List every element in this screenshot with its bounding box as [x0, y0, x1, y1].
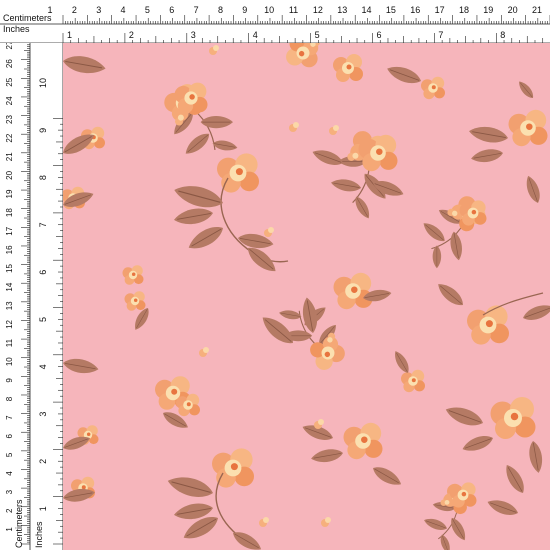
left-in-tick-label: 1 [38, 506, 48, 511]
top-cm-tick-label: 7 [194, 5, 199, 15]
left-in-tick-label: 3 [38, 412, 48, 417]
top-cm-tick-label: 14 [362, 5, 372, 15]
top-cm-tick-label: 17 [435, 5, 445, 15]
left-cm-tick-label: 22 [5, 133, 14, 142]
top-cm-tick-label: 16 [410, 5, 420, 15]
left-cm-tick-label: 24 [5, 96, 14, 105]
top-cm-tick-label: 12 [313, 5, 323, 15]
top-in-tick-label: 5 [315, 30, 320, 40]
left-in-tick-label: 6 [38, 270, 48, 275]
left-cm-tick-label: 1 [5, 527, 14, 532]
left-cm-tick-label: 14 [5, 282, 14, 291]
top-cm-tick-label: 6 [169, 5, 174, 15]
left-cm-label: Centimeters [14, 499, 24, 548]
top-cm-tick-label: 11 [289, 5, 298, 15]
left-in-ticks: 1 2 3 4 5 6 7 8 9 10 [38, 78, 63, 545]
top-cm-tick-label: 4 [121, 5, 126, 15]
left-cm-ticks: 1234567891011121314151617181920212223242… [5, 43, 30, 545]
left-in-tick-label: 10 [38, 78, 48, 88]
top-cm-tick-label: 10 [264, 5, 274, 15]
top-in-tick-label: 3 [191, 30, 196, 40]
left-cm-tick-label: 7 [5, 415, 14, 420]
top-in-tick-label: 1 [67, 30, 72, 40]
left-cm-tick-label: 23 [5, 115, 14, 124]
top-cm-tick-label: 20 [508, 5, 518, 15]
left-in-tick-label: 5 [38, 317, 48, 322]
left-in-tick-label: 7 [38, 222, 48, 227]
left-cm-tick-label: 16 [5, 245, 14, 254]
left-in-label: Inches [34, 521, 44, 548]
left-in-tick-label: 4 [38, 364, 48, 369]
top-in-tick-label: 4 [253, 30, 258, 40]
left-cm-tick-label: 17 [5, 226, 14, 235]
left-cm-tick-label: 4 [5, 471, 14, 476]
left-cm-tick-label: 27 [5, 43, 14, 49]
left-in-tick-label: 9 [38, 128, 48, 133]
top-in-tick-label: 8 [500, 30, 505, 40]
left-cm-tick-label: 13 [5, 301, 14, 310]
top-in-ticks: 1 2 3 4 5 6 7 8 [62, 30, 544, 43]
top-in-tick-label: 2 [129, 30, 134, 40]
top-cm-ticks: 1 2 3 4 5 6 7 8 9 10 11 12 13 14 15 16 17 18 19 20 21 [47, 5, 550, 24]
top-cm-tick-label: 13 [337, 5, 347, 15]
top-in-tick-label: 6 [377, 30, 382, 40]
top-cm-tick-label: 5 [145, 5, 150, 15]
top-ruler: 1 2 3 4 5 6 7 8 9 10 11 12 13 14 15 16 17 18 19 20 21 123456… [0, 0, 550, 43]
left-cm-tick-label: 5 [5, 452, 14, 457]
left-cm-tick-label: 10 [5, 357, 14, 366]
left-cm-tick-label: 6 [5, 433, 14, 438]
left-cm-tick-label: 18 [5, 208, 14, 217]
top-cm-tick-label: 3 [96, 5, 101, 15]
top-in-tick-label: 7 [438, 30, 443, 40]
top-cm-tick-label: 9 [242, 5, 247, 15]
top-cm-tick-label: 21 [532, 5, 542, 15]
left-cm-tick-label: 3 [5, 489, 14, 494]
left-cm-tick-label: 8 [5, 396, 14, 401]
top-in-label: Inches [3, 24, 30, 34]
left-cm-tick-label: 2 [5, 508, 14, 513]
left-ruler: 1234567891011121314151617181920212223242… [0, 43, 63, 550]
top-cm-tick-label: 19 [483, 5, 493, 15]
left-cm-tick-label: 12 [5, 319, 14, 328]
left-cm-tick-label: 21 [5, 152, 14, 161]
left-cm-tick-label: 15 [5, 264, 14, 273]
top-cm-label: Centimeters [3, 13, 52, 23]
top-cm-tick-label: 15 [386, 5, 396, 15]
left-cm-tick-label: 25 [5, 77, 14, 86]
left-cm-tick-label: 19 [5, 189, 14, 198]
left-cm-tick-label: 9 [5, 378, 14, 383]
fabric-swatch [63, 43, 550, 550]
left-in-tick-label: 8 [38, 175, 48, 180]
left-cm-tick-label: 26 [5, 59, 14, 68]
top-cm-tick-label: 2 [72, 5, 77, 15]
left-cm-tick-label: 20 [5, 170, 14, 179]
top-cm-tick-label: 8 [218, 5, 223, 15]
floral-motifs [63, 43, 550, 550]
left-in-tick-label: 2 [38, 459, 48, 464]
left-cm-tick-label: 11 [5, 338, 14, 347]
top-cm-tick-label: 18 [459, 5, 469, 15]
